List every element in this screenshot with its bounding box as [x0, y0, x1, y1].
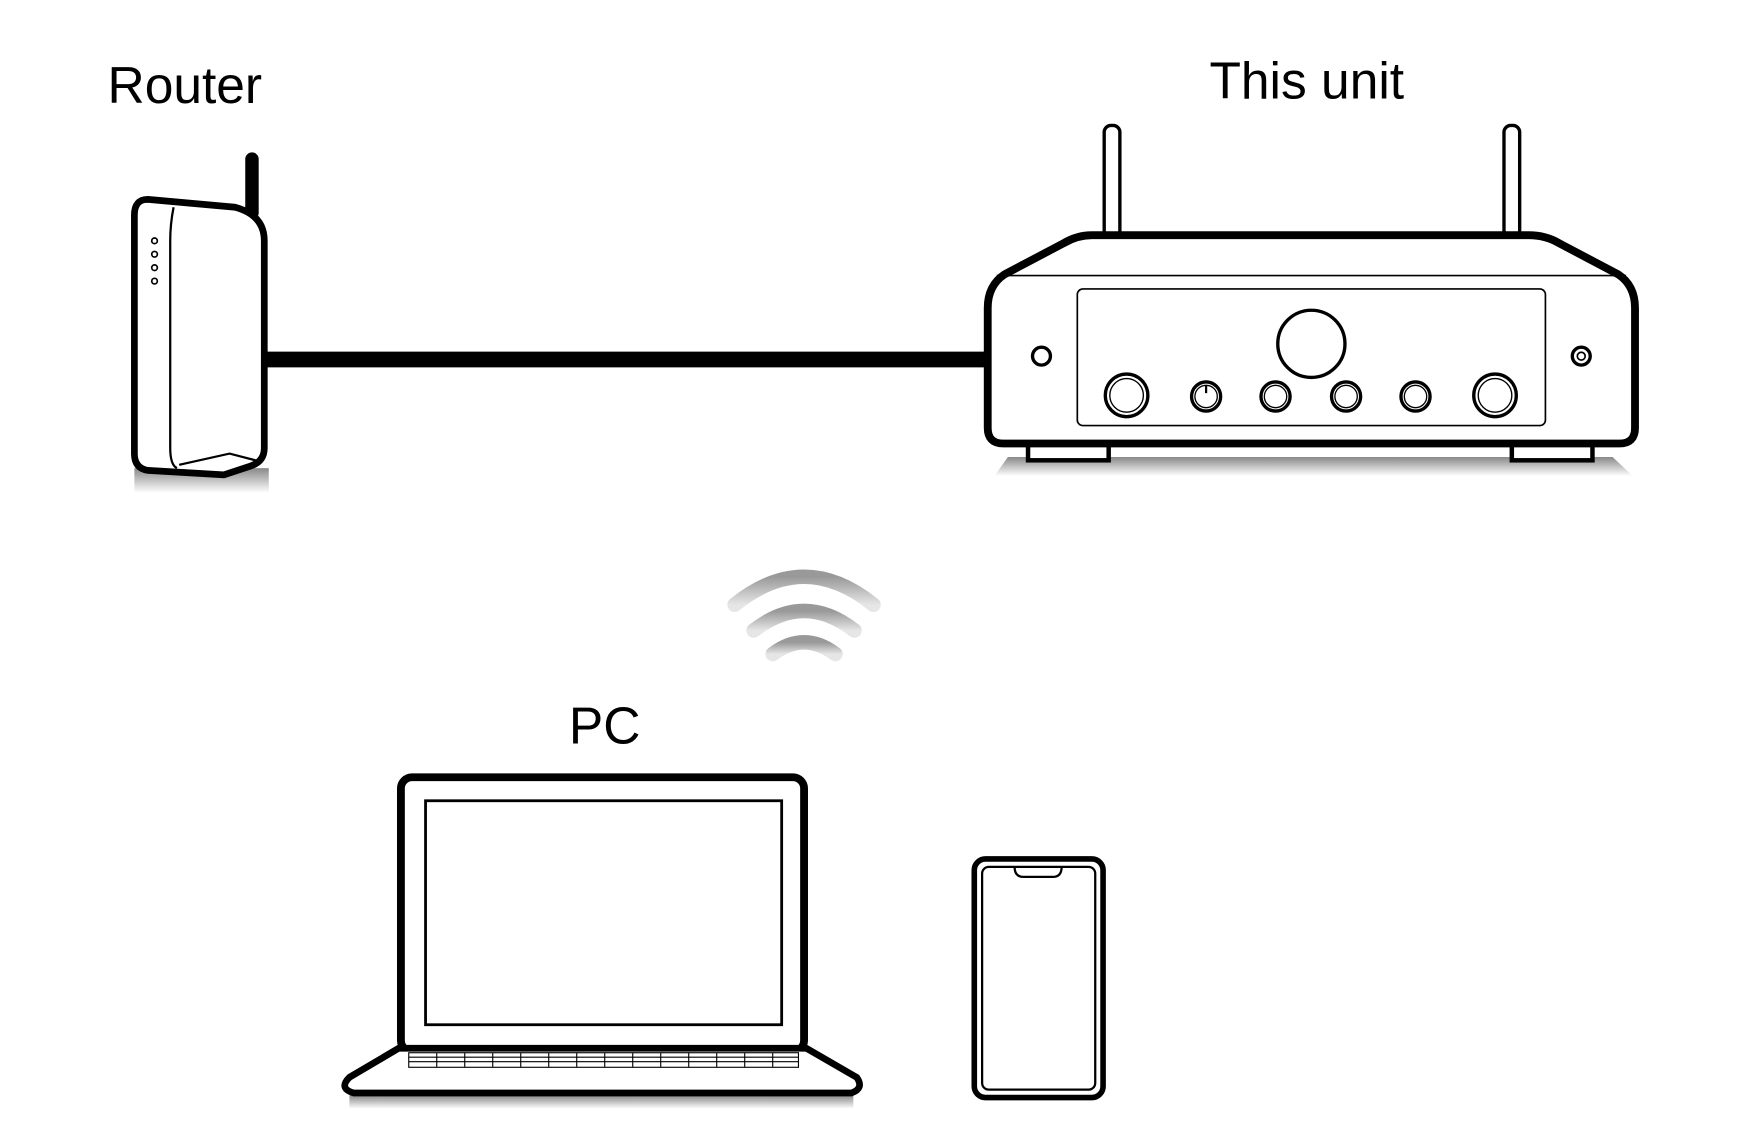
router-icon: [131, 152, 269, 493]
router-label: Router: [108, 56, 263, 114]
unit-label: This unit: [1209, 52, 1404, 110]
laptop-icon: [341, 773, 863, 1109]
amplifier-icon: [983, 123, 1639, 476]
network-diagram: Router This unit PC: [108, 52, 1639, 1109]
pc-label: PC: [569, 697, 641, 755]
smartphone-icon: [971, 856, 1106, 1101]
wifi-icon: [727, 569, 881, 662]
